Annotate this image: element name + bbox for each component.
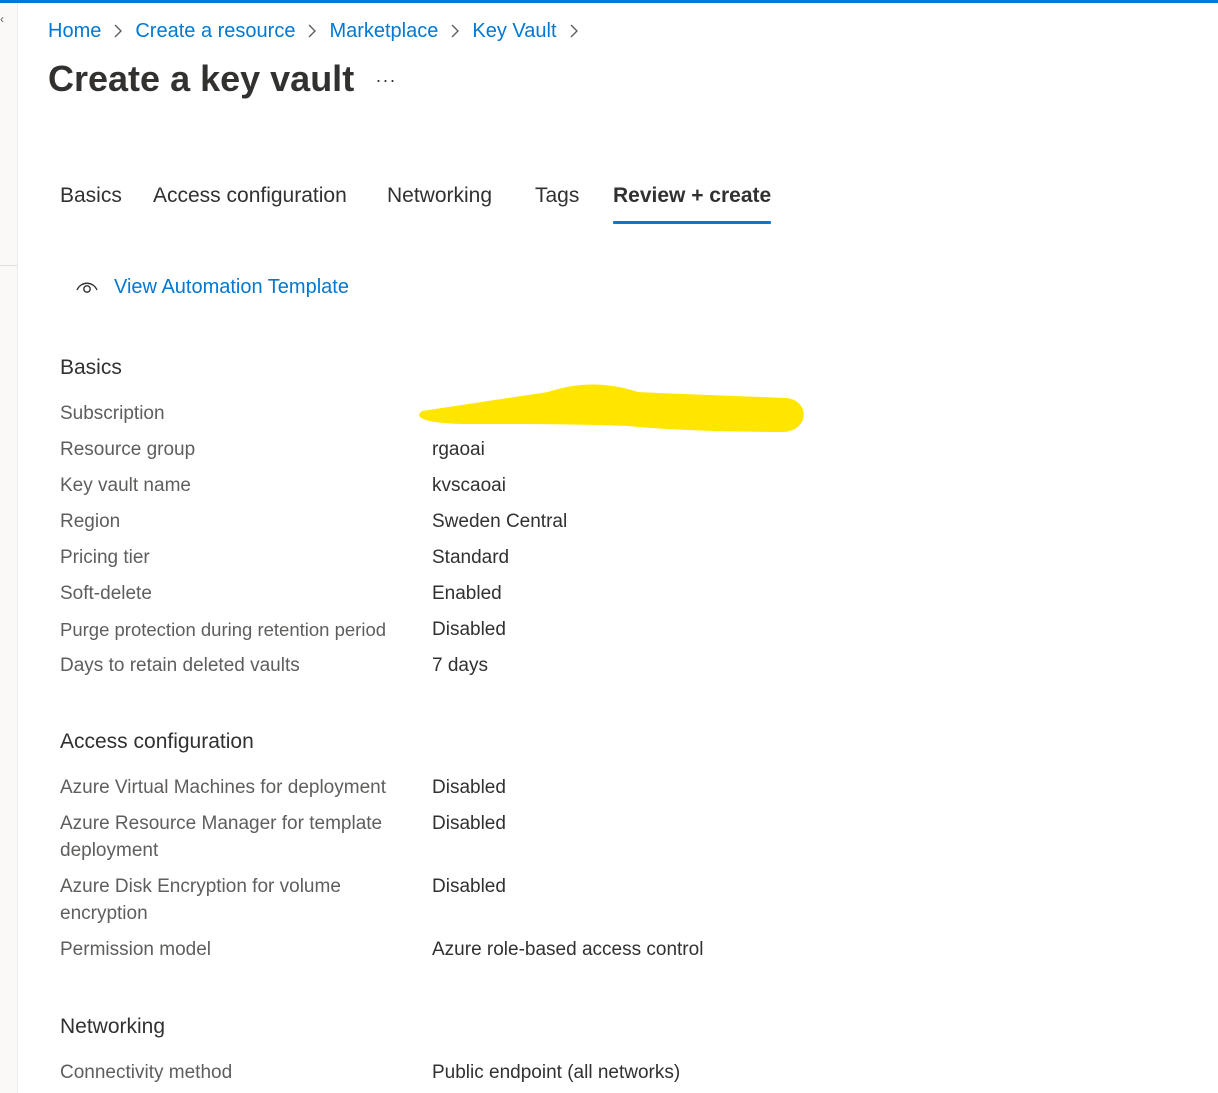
tab-label: Networking: [387, 184, 493, 207]
collapse-icon[interactable]: ‹: [0, 13, 4, 25]
left-sidebar-edge: ‹: [0, 3, 18, 1093]
row-value-pricing-tier: Standard: [432, 547, 510, 568]
chevron-right-icon: [438, 20, 472, 43]
row-label-subscription: Subscription: [60, 403, 165, 424]
row-value-resource-group: rgaoai: [432, 439, 485, 460]
breadcrumb-marketplace[interactable]: Marketplace: [329, 20, 438, 43]
row-value-connectivity-method: Public endpoint (all networks): [432, 1062, 681, 1083]
row-label-resource-group: Resource group: [60, 439, 196, 460]
row-label-key-vault-name: Key vault name: [60, 475, 191, 496]
more-options-button[interactable]: ···: [372, 66, 400, 94]
row-label-permission-model: Permission model: [60, 939, 211, 960]
row-label-connectivity-method: Connectivity method: [60, 1062, 233, 1083]
row-label-soft-delete: Soft-delete: [60, 583, 152, 604]
breadcrumb: Home Create a resource Marketplace Key V…: [48, 18, 591, 44]
row-value-days-to-retain: 7 days: [432, 655, 488, 676]
tab-label: Access configuration: [153, 184, 347, 207]
row-value-region: Sweden Central: [432, 511, 568, 532]
section-heading-basics: Basics: [60, 356, 122, 379]
row-label-disk-encryption: Azure Disk Encryption for volume encrypt…: [60, 876, 341, 924]
redaction-mark: [419, 384, 804, 432]
tab-networking[interactable]: Networking: [387, 184, 492, 224]
row-label-arm-template-deployment: Azure Resource Manager for template depl…: [60, 813, 383, 861]
row-value-permission-model: Azure role-based access control: [432, 939, 704, 960]
view-automation-template-label: View Automation Template: [114, 275, 349, 298]
page-title: Create a key vault: [48, 58, 355, 99]
row-value-key-vault-name: kvscaoai: [432, 475, 506, 496]
row-value-arm-template-deployment: Disabled: [432, 813, 506, 834]
tab-tags[interactable]: Tags: [535, 184, 579, 224]
eye-icon: [74, 274, 100, 300]
breadcrumb-key-vault[interactable]: Key Vault: [472, 20, 556, 43]
divider: [0, 265, 17, 266]
section-heading-networking: Networking: [60, 1015, 166, 1038]
row-label-days-to-retain: Days to retain deleted vaults: [60, 655, 300, 676]
row-label-purge-protection: Purge protection during retention period: [60, 619, 387, 640]
row-value-disk-encryption: Disabled: [432, 876, 506, 897]
row-label-region: Region: [60, 511, 121, 532]
tab-review-create[interactable]: Review + create: [613, 184, 772, 224]
section-heading-access-configuration: Access configuration: [60, 730, 254, 753]
row-value-purge-protection: Disabled: [432, 619, 506, 640]
chevron-right-icon: [557, 20, 591, 43]
tab-label: Basics: [60, 184, 122, 207]
tab-label: Review + create: [613, 184, 772, 207]
view-automation-template-link[interactable]: View Automation Template: [74, 274, 349, 300]
row-label-vm-deployment: Azure Virtual Machines for deployment: [60, 777, 386, 798]
breadcrumb-home[interactable]: Home: [48, 20, 101, 43]
top-accent-bar: [0, 0, 1218, 3]
tab-access-configuration[interactable]: Access configuration: [153, 184, 347, 224]
breadcrumb-create-resource[interactable]: Create a resource: [135, 20, 295, 43]
chevron-right-icon: [295, 20, 329, 43]
tab-label: Tags: [535, 184, 580, 207]
row-label-pricing-tier: Pricing tier: [60, 547, 150, 568]
row-value-vm-deployment: Disabled: [432, 777, 506, 798]
row-value-soft-delete: Enabled: [432, 583, 502, 604]
active-tab-indicator: [613, 221, 772, 224]
tab-basics[interactable]: Basics: [60, 184, 122, 224]
chevron-right-icon: [101, 20, 135, 43]
